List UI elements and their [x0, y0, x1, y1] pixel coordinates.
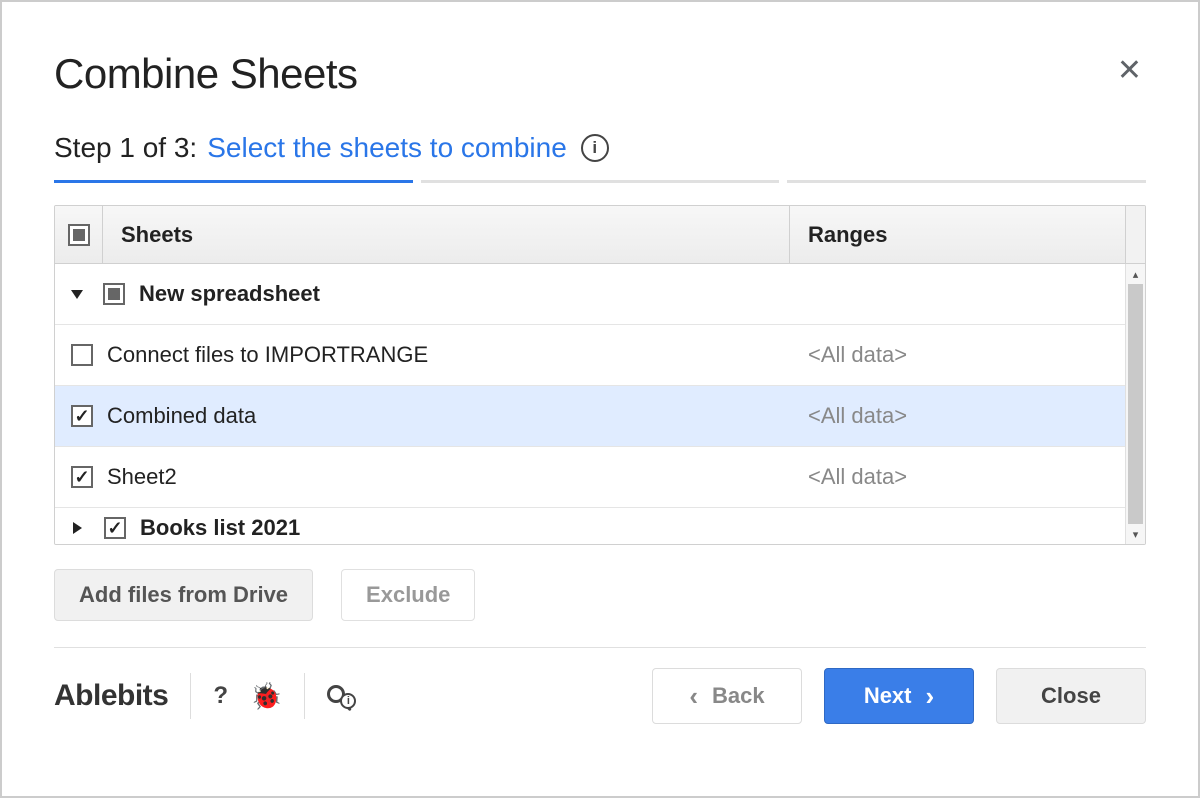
- dialog-header: Combine Sheets ✕: [54, 50, 1146, 98]
- row-checkbox[interactable]: [71, 405, 93, 427]
- close-icon[interactable]: ✕: [1113, 50, 1146, 92]
- back-button[interactable]: Back: [652, 668, 802, 724]
- chevron-down-icon[interactable]: [71, 290, 83, 299]
- header-select-all[interactable]: [55, 206, 103, 263]
- footer-right: Back Next Close: [652, 668, 1146, 724]
- row-checkbox[interactable]: [71, 344, 93, 366]
- dialog-title: Combine Sheets: [54, 50, 358, 98]
- group-row[interactable]: New spreadsheet: [55, 264, 1145, 325]
- sheet-name: Sheet2: [107, 464, 177, 490]
- scroll-corner: [1125, 206, 1145, 263]
- sheets-table: Sheets Ranges New spreadsheet Connect fi…: [54, 205, 1146, 545]
- vertical-scrollbar[interactable]: ▴ ▾: [1125, 264, 1145, 544]
- add-files-button[interactable]: Add files from Drive: [54, 569, 313, 621]
- header-col-ranges[interactable]: Ranges: [790, 206, 1125, 263]
- progress-seg-3: [787, 180, 1146, 183]
- bug-icon[interactable]: 🐞: [250, 681, 282, 712]
- divider: [190, 673, 191, 719]
- row-checkbox[interactable]: [71, 466, 93, 488]
- progress-seg-1: [54, 180, 413, 183]
- help-icon[interactable]: ?: [213, 682, 228, 710]
- close-button[interactable]: Close: [996, 668, 1146, 724]
- search-info-icon[interactable]: i: [327, 683, 345, 709]
- step-progress: [54, 180, 1146, 183]
- row-range[interactable]: <All data>: [790, 403, 1125, 429]
- step-line: Step 1 of 3: Select the sheets to combin…: [54, 132, 1146, 164]
- table-row[interactable]: Combined data <All data>: [55, 386, 1145, 447]
- group-name: Books list 2021: [140, 515, 300, 541]
- chevron-right-icon[interactable]: [73, 522, 82, 534]
- table-header: Sheets Ranges: [55, 206, 1145, 264]
- exclude-label: Exclude: [366, 584, 450, 606]
- table-row[interactable]: Connect files to IMPORTRANGE <All data>: [55, 325, 1145, 386]
- group-checkbox[interactable]: [103, 283, 125, 305]
- info-icon[interactable]: i: [581, 134, 609, 162]
- table-row[interactable]: Sheet2 <All data>: [55, 447, 1145, 508]
- step-subtitle: Select the sheets to combine: [207, 132, 567, 164]
- exclude-button[interactable]: Exclude: [341, 569, 475, 621]
- info-badge-icon: i: [340, 693, 356, 709]
- dialog-frame: Combine Sheets ✕ Step 1 of 3: Select the…: [0, 0, 1200, 798]
- close-label: Close: [1041, 685, 1101, 707]
- group-checkbox[interactable]: [104, 517, 126, 539]
- group-name: New spreadsheet: [139, 281, 320, 307]
- group-row[interactable]: Books list 2021: [55, 508, 1145, 544]
- checkbox-indeterminate-icon: [68, 224, 90, 246]
- scroll-down-icon[interactable]: ▾: [1126, 524, 1145, 544]
- sheet-name: Connect files to IMPORTRANGE: [107, 342, 428, 368]
- row-range[interactable]: <All data>: [790, 464, 1125, 490]
- footer-separator: [54, 647, 1146, 648]
- dialog-footer: Ablebits ? 🐞 i Back Next Close: [54, 668, 1146, 724]
- brand-logo: Ablebits: [54, 679, 168, 713]
- row-range[interactable]: <All data>: [790, 342, 1125, 368]
- divider: [304, 673, 305, 719]
- next-label: Next: [864, 685, 912, 707]
- progress-seg-2: [421, 180, 780, 183]
- sheet-name: Combined data: [107, 403, 256, 429]
- scroll-up-icon[interactable]: ▴: [1126, 264, 1145, 284]
- next-button[interactable]: Next: [824, 668, 974, 724]
- header-col-sheets[interactable]: Sheets: [103, 206, 790, 263]
- footer-left: Ablebits ? 🐞 i: [54, 673, 345, 719]
- table-body: New spreadsheet Connect files to IMPORTR…: [55, 264, 1145, 544]
- back-label: Back: [712, 685, 765, 707]
- table-actions: Add files from Drive Exclude: [54, 569, 1146, 621]
- scroll-thumb[interactable]: [1128, 284, 1143, 524]
- add-files-label: Add files from Drive: [79, 584, 288, 606]
- step-prefix: Step 1 of 3:: [54, 132, 197, 164]
